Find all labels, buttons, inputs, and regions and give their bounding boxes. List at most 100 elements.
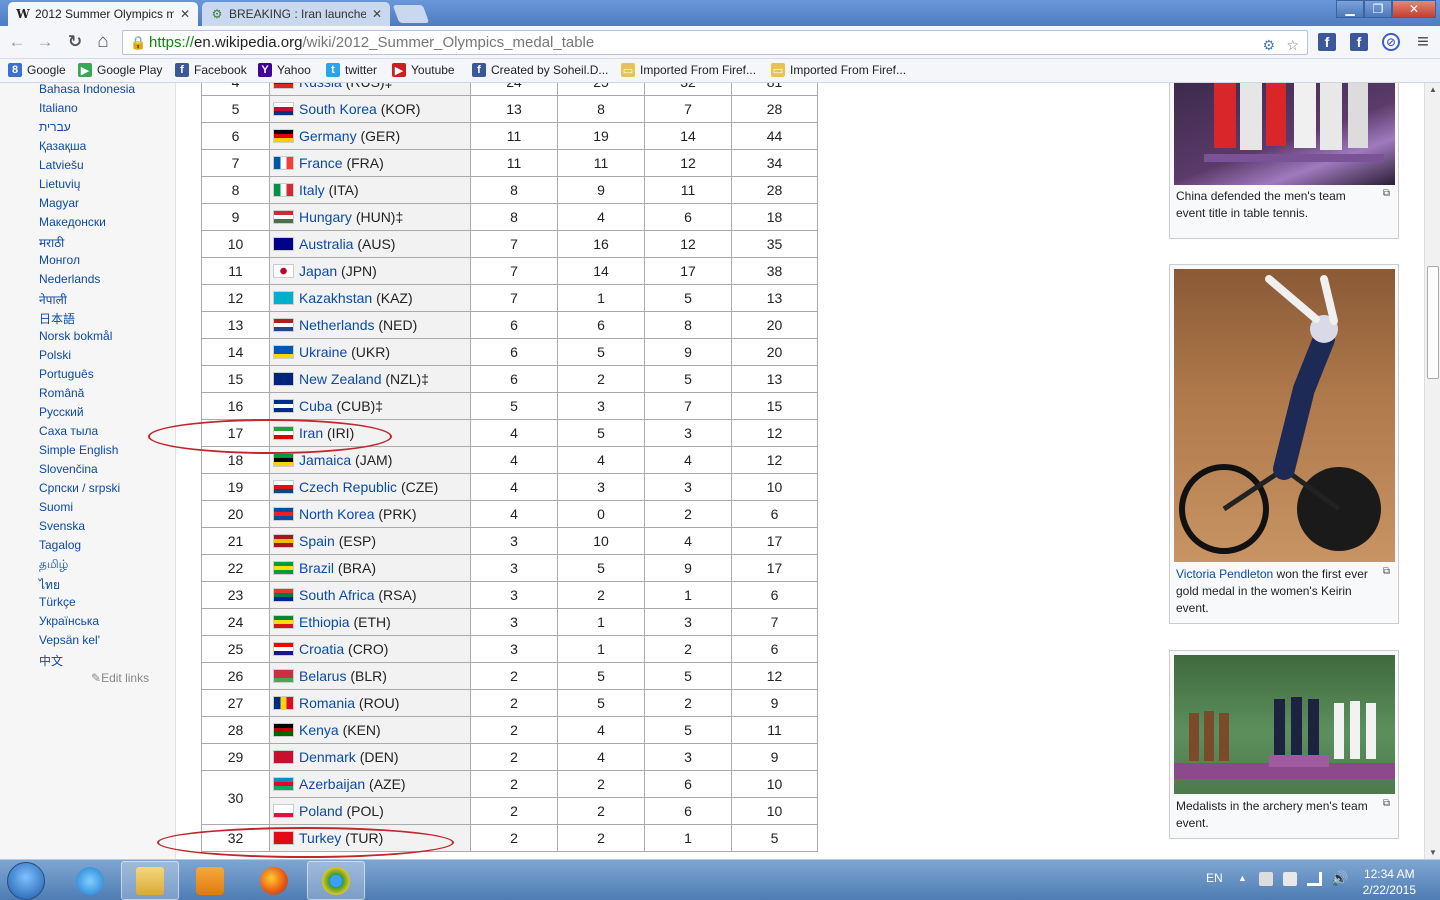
- bookmark-item[interactable]: ▭ Imported From Firef...: [771, 63, 906, 77]
- nation-link[interactable]: South Africa: [299, 587, 375, 603]
- sidebar-language-link[interactable]: Simple English: [39, 443, 118, 457]
- nation-link[interactable]: South Korea: [299, 101, 377, 117]
- taskbar-media-player[interactable]: [181, 861, 239, 900]
- taskbar-explorer[interactable]: [121, 861, 179, 900]
- sidebar-language-link[interactable]: नेपाली: [39, 291, 67, 308]
- nation-link[interactable]: Azerbaijan: [299, 776, 365, 792]
- nation-link[interactable]: Russia: [299, 83, 342, 90]
- nation-link[interactable]: Poland: [299, 803, 343, 819]
- sidebar-language-link[interactable]: Suomi: [39, 500, 73, 514]
- sidebar-language-link[interactable]: Română: [39, 386, 84, 400]
- block-extension-icon[interactable]: ⊘: [1382, 33, 1400, 51]
- nation-link[interactable]: North Korea: [299, 506, 374, 522]
- sidebar-language-link[interactable]: Vepsän kel': [39, 633, 100, 647]
- new-tab-button[interactable]: [392, 5, 430, 23]
- nation-link[interactable]: France: [299, 155, 343, 171]
- bookmark-star-icon[interactable]: ☆: [1286, 34, 1299, 57]
- nation-link[interactable]: Romania: [299, 695, 355, 711]
- action-center-flag-icon[interactable]: [1259, 872, 1273, 886]
- sidebar-language-link[interactable]: Қазақша: [39, 139, 86, 153]
- sidebar-language-link[interactable]: Svenska: [39, 519, 85, 533]
- reload-icon[interactable]: ↻: [65, 32, 85, 52]
- nation-link[interactable]: Denmark: [299, 749, 356, 765]
- nation-link[interactable]: Kenya: [299, 722, 339, 738]
- nation-link[interactable]: Spain: [299, 533, 335, 549]
- nation-link[interactable]: Iran: [299, 425, 323, 441]
- back-icon[interactable]: ←: [7, 32, 27, 52]
- sidebar-language-link[interactable]: தமிழ்: [39, 557, 68, 573]
- sidebar-language-link[interactable]: Македонски: [39, 215, 106, 229]
- bookmark-item[interactable]: f Facebook: [175, 63, 247, 77]
- menu-icon[interactable]: ≡: [1413, 32, 1433, 52]
- bookmark-item[interactable]: ▶ Google Play: [78, 63, 162, 77]
- photo-keirin[interactable]: [1174, 269, 1395, 562]
- start-button[interactable]: [7, 862, 45, 900]
- bookmark-item[interactable]: ▶ Youtube: [392, 63, 455, 77]
- sidebar-language-link[interactable]: Türkçe: [39, 595, 76, 609]
- sidebar-language-link[interactable]: Polski: [39, 348, 71, 362]
- nation-link[interactable]: Cuba: [299, 398, 332, 414]
- tab-olympics[interactable]: W 2012 Summer Olympics m ✕: [8, 2, 198, 26]
- minimize-button[interactable]: ▁: [1336, 0, 1364, 18]
- sidebar-language-link[interactable]: 中文: [39, 652, 63, 669]
- nation-link[interactable]: Australia: [299, 236, 353, 252]
- power-icon[interactable]: [1283, 872, 1297, 886]
- system-clock[interactable]: 12:34 AM 2/22/2015: [1363, 866, 1416, 898]
- sidebar-language-link[interactable]: Lietuvių: [39, 177, 80, 191]
- bookmark-item[interactable]: f Created by Soheil.D...: [472, 63, 608, 77]
- home-icon[interactable]: ⌂: [93, 32, 113, 52]
- scroll-down-arrow-icon[interactable]: ▼: [1429, 848, 1437, 857]
- enlarge-icon[interactable]: ⧉: [1383, 798, 1390, 809]
- sidebar-language-link[interactable]: Српски / srpski: [39, 481, 120, 495]
- nation-link[interactable]: Czech Republic: [299, 479, 397, 495]
- sidebar-language-link[interactable]: Русский: [39, 405, 84, 419]
- nation-link[interactable]: Brazil: [299, 560, 334, 576]
- nation-link[interactable]: New Zealand: [299, 371, 382, 387]
- facebook-extension-icon[interactable]: f: [1350, 33, 1368, 51]
- nation-link[interactable]: Hungary: [299, 209, 352, 225]
- close-window-button[interactable]: ✕: [1392, 0, 1436, 18]
- nation-link[interactable]: Netherlands: [299, 317, 375, 333]
- sidebar-language-link[interactable]: ไทย: [39, 576, 60, 595]
- edit-links[interactable]: ✎Edit links: [91, 671, 149, 685]
- bookmark-item[interactable]: ▭ Imported From Firef...: [621, 63, 756, 77]
- photo-table-tennis[interactable]: [1174, 83, 1395, 185]
- vertical-scrollbar[interactable]: ▲ ▼: [1424, 83, 1440, 859]
- nation-link[interactable]: Kazakhstan: [299, 290, 372, 306]
- maximize-button[interactable]: ❐: [1364, 0, 1392, 18]
- language-indicator[interactable]: EN: [1206, 871, 1223, 885]
- nation-link[interactable]: Germany: [299, 128, 357, 144]
- scrollbar-thumb[interactable]: [1427, 266, 1439, 379]
- sidebar-language-link[interactable]: Português: [39, 367, 94, 381]
- caption-link-pendleton[interactable]: Victoria Pendleton: [1176, 567, 1273, 581]
- sidebar-language-link[interactable]: Latviešu: [39, 158, 84, 172]
- nation-link[interactable]: Jamaica: [299, 452, 351, 468]
- bookmark-item[interactable]: t twitter: [326, 63, 377, 77]
- taskbar-chrome[interactable]: [307, 861, 365, 900]
- sidebar-language-link[interactable]: 日本語: [39, 310, 75, 327]
- sidebar-language-link[interactable]: Саха тыла: [39, 424, 98, 438]
- enlarge-icon[interactable]: ⧉: [1383, 188, 1390, 199]
- sidebar-language-link[interactable]: मराठी: [39, 234, 64, 251]
- sidebar-language-link[interactable]: Tagalog: [39, 538, 81, 552]
- sidebar-language-link[interactable]: עברית: [39, 120, 71, 134]
- tab-close-icon[interactable]: ✕: [180, 7, 190, 21]
- nation-link[interactable]: Croatia: [299, 641, 344, 657]
- bookmark-item[interactable]: Y Yahoo: [258, 63, 311, 77]
- tab-close-icon[interactable]: ✕: [372, 7, 382, 21]
- sidebar-language-link[interactable]: Українська: [39, 614, 99, 628]
- bookmark-item[interactable]: 8 Google: [8, 63, 66, 77]
- nation-link[interactable]: Belarus: [299, 668, 346, 684]
- sidebar-language-link[interactable]: Bahasa Indonesia: [39, 83, 135, 96]
- scroll-up-arrow-icon[interactable]: ▲: [1429, 85, 1437, 94]
- network-signal-icon[interactable]: [1307, 872, 1322, 886]
- nation-link[interactable]: Ethiopia: [299, 614, 350, 630]
- taskbar-ie[interactable]: [61, 861, 119, 900]
- sidebar-language-link[interactable]: Nederlands: [39, 272, 100, 286]
- sidebar-language-link[interactable]: Italiano: [39, 101, 78, 115]
- taskbar-firefox[interactable]: [245, 861, 303, 900]
- show-hidden-icons-arrow-icon[interactable]: ▲: [1238, 873, 1247, 883]
- facebook-extension-icon[interactable]: f: [1318, 33, 1336, 51]
- sidebar-language-link[interactable]: Magyar: [39, 196, 79, 210]
- volume-icon[interactable]: 🔊: [1331, 870, 1348, 887]
